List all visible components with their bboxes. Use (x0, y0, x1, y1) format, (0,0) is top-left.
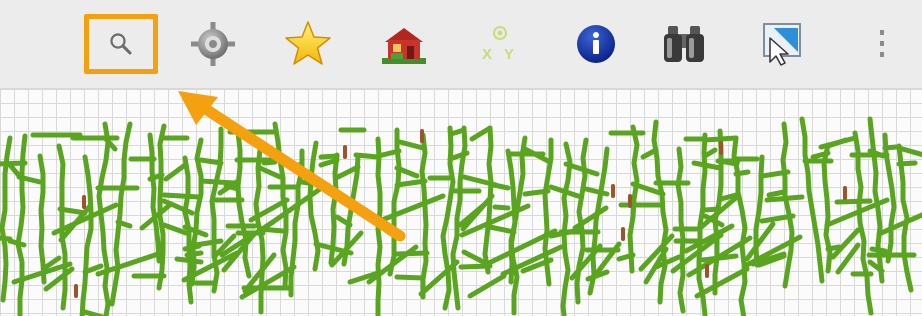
xy-coordinates-icon: X Y (477, 21, 523, 67)
pipe-segment (96, 121, 111, 316)
pipe-segment (288, 148, 305, 298)
pipe-segment (379, 193, 446, 223)
pipe-segment (257, 165, 283, 180)
pipe-segment (163, 162, 188, 182)
pipe-segment (818, 135, 858, 150)
binoculars-icon (660, 22, 708, 66)
pipe-segment (458, 263, 493, 270)
pipe-segment (440, 125, 456, 311)
pipe-segment (375, 136, 383, 316)
pipe-segment (882, 144, 899, 151)
pipe-segment (492, 204, 511, 211)
pipe-segment (583, 186, 610, 197)
pipe-segment (82, 309, 108, 316)
pipe-segment (640, 147, 659, 160)
pipe-segment (79, 154, 94, 316)
select-tool-button[interactable] (756, 16, 808, 72)
pipe-segment (896, 160, 918, 167)
pipe-segment (491, 182, 511, 191)
favorites-star-icon (283, 19, 333, 69)
pipe-segment (821, 142, 833, 274)
home-house-icon (379, 22, 429, 66)
pipe-segment (307, 140, 321, 272)
pipe-segment (852, 130, 874, 316)
pipe-segment (731, 135, 748, 316)
pipe-segment (694, 266, 750, 299)
map-toolbar: X Y (0, 0, 922, 89)
more-vertical-icon (877, 26, 887, 62)
pipe-segment (318, 153, 340, 160)
more-menu-button[interactable] (860, 16, 904, 72)
locate-crosshair-icon (189, 20, 237, 68)
pipe-segment (394, 250, 430, 257)
pipe-segment (299, 179, 330, 189)
pipe-segment (780, 121, 795, 289)
pipe-segment (766, 189, 787, 198)
info-icon (575, 23, 617, 65)
pipe-segment (397, 139, 426, 151)
xy-coordinates-tool-button[interactable]: X Y (474, 16, 526, 72)
pipe-segment (701, 206, 723, 213)
pipe-segment (184, 250, 204, 258)
pipe-segment (467, 273, 507, 299)
pipe-segment (764, 194, 805, 203)
pipe-segment (289, 161, 305, 170)
pipe-segment (691, 160, 723, 171)
pipe-segment (0, 235, 13, 242)
pipe-segment (469, 125, 493, 142)
pipe-segment (487, 224, 517, 235)
pipe-segment (834, 198, 873, 205)
pipe-segment (394, 274, 426, 281)
select-cursor-icon (758, 20, 806, 68)
binoculars-tool-button[interactable] (658, 16, 710, 72)
pipe-segment (156, 123, 167, 291)
favorites-tool-button[interactable] (282, 16, 334, 72)
pipe-segment (799, 116, 825, 284)
pipe-segment (37, 153, 47, 285)
home-tool-button[interactable] (378, 16, 430, 72)
info-tool-button[interactable] (570, 16, 622, 72)
pipe-segment (174, 256, 204, 265)
map-canvas[interactable] (0, 89, 922, 316)
xy-label: X Y (482, 46, 518, 63)
pipe-segment (0, 160, 28, 167)
pipe-segment (161, 192, 202, 200)
pipe-segment (869, 246, 888, 254)
pipe-segment (733, 169, 751, 177)
search-highlight-box (84, 14, 158, 74)
pipe-segment (419, 132, 429, 300)
pipe-segment (876, 212, 922, 237)
pipe-segment (353, 152, 381, 160)
pipe-network (0, 116, 922, 316)
pipe-segment (198, 157, 224, 166)
locate-tool-button[interactable] (187, 16, 239, 72)
